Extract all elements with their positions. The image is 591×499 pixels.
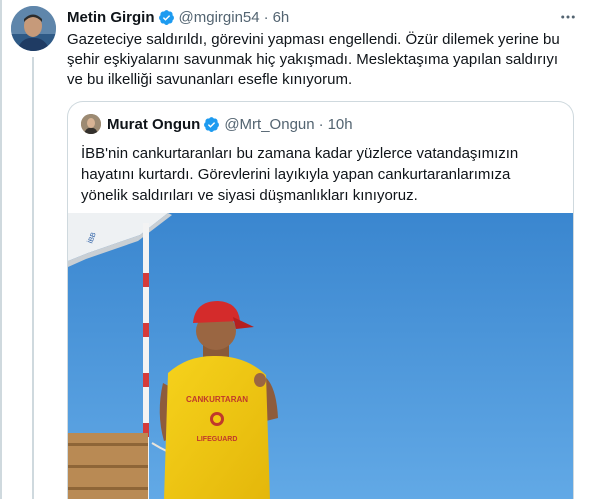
quoted-tweet-text: İBB'nin cankurtaranları bu zamana kadar …: [81, 145, 519, 204]
quoted-tweet-header: Murat Ongun @Mrt_Ongun · 10h: [107, 114, 353, 134]
tweet-timestamp[interactable]: 6h: [273, 9, 290, 26]
shirt-subtext: LIFEGUARD: [197, 436, 238, 443]
thread-line: [32, 57, 34, 499]
quoted-tweet-timestamp[interactable]: 10h: [328, 116, 353, 133]
more-options-button[interactable]: [559, 8, 577, 26]
tweet-header: Metin Girgin @mgirgin54 · 6h: [67, 7, 289, 27]
author-name[interactable]: Metin Girgin: [67, 9, 155, 26]
verified-badge-icon: [158, 9, 174, 25]
quoted-tweet-photo[interactable]: İBB CANKURTARAN LIFEGUARD: [68, 213, 573, 499]
timeline-divider: [0, 0, 2, 499]
separator-dot: ·: [318, 115, 324, 133]
lifeguard-photo: İBB CANKURTARAN LIFEGUARD: [68, 213, 573, 499]
tweet[interactable]: Metin Girgin @mgirgin54 · 6h Gazeteciye …: [0, 0, 591, 499]
shirt-text: CANKURTARAN: [186, 395, 248, 404]
verified-badge-icon: [204, 116, 220, 132]
tweet-text: Gazeteciye saldırıldı, görevini yapması …: [67, 31, 560, 88]
quoted-tweet[interactable]: Murat Ongun @Mrt_Ongun · 10h İBB'nin can…: [67, 101, 574, 499]
author-handle[interactable]: @mgirgin54: [179, 9, 260, 26]
separator-dot: ·: [263, 8, 269, 26]
more-options-icon: [561, 15, 575, 19]
quoted-author-name[interactable]: Murat Ongun: [107, 116, 200, 133]
quoted-author-avatar[interactable]: [81, 114, 101, 134]
author-avatar[interactable]: [11, 6, 56, 51]
quoted-author-handle[interactable]: @Mrt_Ongun: [224, 116, 314, 133]
